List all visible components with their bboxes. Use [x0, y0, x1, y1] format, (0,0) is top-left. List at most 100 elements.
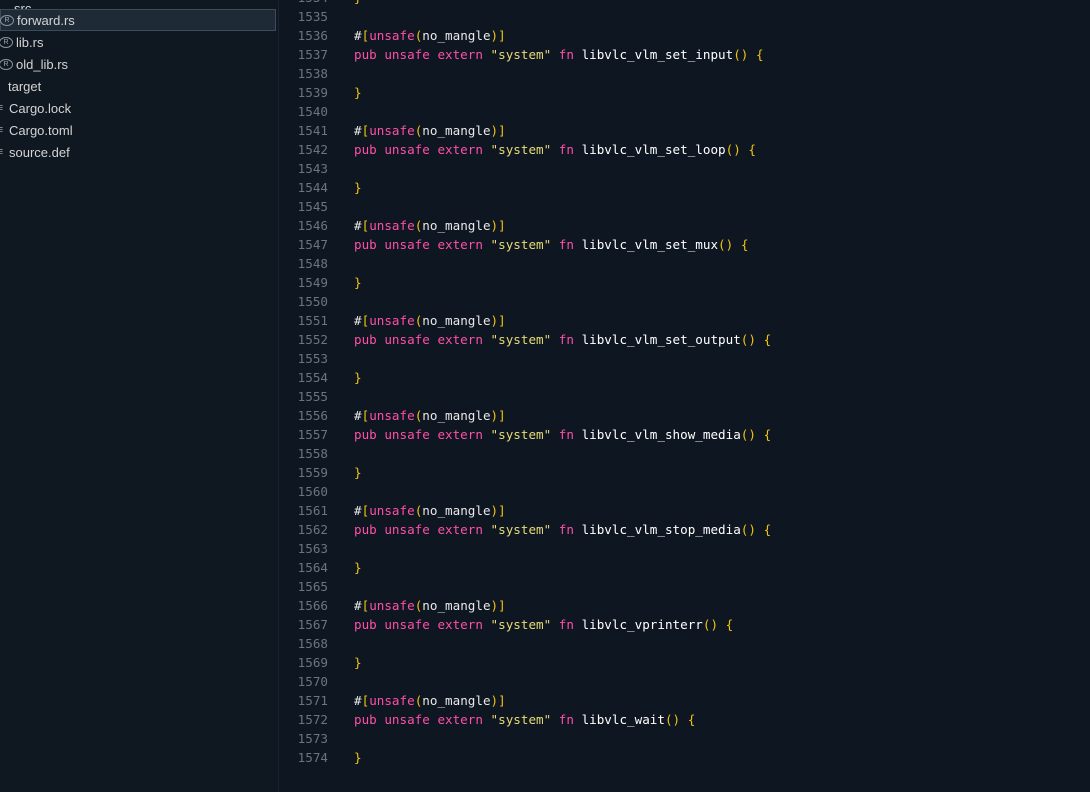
- code-line[interactable]: 1547 pub unsafe extern "system" fn libvlc…: [279, 235, 1090, 254]
- code-line[interactable]: 1552 pub unsafe extern "system" fn libvlc…: [279, 330, 1090, 349]
- line-number: 1566: [297, 598, 328, 613]
- line-number: 1538: [297, 66, 328, 81]
- code-text: }: [354, 750, 362, 765]
- tree-item-forward-rs[interactable]: Rforward.rs: [0, 9, 276, 31]
- code-text: #[unsafe(no_mangle)]: [354, 28, 506, 43]
- rust-file-icon: R: [0, 36, 13, 48]
- tree-item-source-def[interactable]: ≡source.def: [0, 141, 276, 163]
- code-line[interactable]: 1538: [279, 64, 1090, 83]
- code-editor[interactable]: 1534} 1535 1536 #[unsafe(no_mangle)] 1537 pub…: [279, 0, 1090, 792]
- code-text: pub unsafe extern "system" fn libvlc_vlm…: [354, 142, 756, 157]
- code-line[interactable]: 1567 pub unsafe extern "system" fn libvlc…: [279, 615, 1090, 634]
- code-line[interactable]: 1565: [279, 577, 1090, 596]
- line-number: 1547: [297, 237, 328, 252]
- code-line[interactable]: 1542 pub unsafe extern "system" fn libvlc…: [279, 140, 1090, 159]
- text-file-icon: ≡: [0, 102, 6, 114]
- tree-item-old-lib-rs[interactable]: Rold_lib.rs: [0, 53, 276, 75]
- code-text: pub unsafe extern "system" fn libvlc_wai…: [354, 712, 696, 727]
- code-line[interactable]: 1574}: [279, 748, 1090, 767]
- code-line[interactable]: 1572 pub unsafe extern "system" fn libvlc…: [279, 710, 1090, 729]
- code-text: #[unsafe(no_mangle)]: [354, 693, 506, 708]
- code-line[interactable]: 1563: [279, 539, 1090, 558]
- code-line[interactable]: 1560: [279, 482, 1090, 501]
- code-line[interactable]: 1571 #[unsafe(no_mangle)]: [279, 691, 1090, 710]
- text-file-icon: ≡: [0, 146, 6, 158]
- code-line[interactable]: 1570: [279, 672, 1090, 691]
- line-number: 1537: [297, 47, 328, 62]
- line-number: 1550: [297, 294, 328, 309]
- code-line[interactable]: 1550: [279, 292, 1090, 311]
- line-number: 1544: [297, 180, 328, 195]
- code-line[interactable]: 1549}: [279, 273, 1090, 292]
- code-text: }: [354, 0, 362, 7]
- code-text: pub unsafe extern "system" fn libvlc_vlm…: [354, 522, 772, 537]
- code-line[interactable]: 1537 pub unsafe extern "system" fn libvlc…: [279, 45, 1090, 64]
- code-line[interactable]: 1545: [279, 197, 1090, 216]
- code-line[interactable]: 1564}: [279, 558, 1090, 577]
- code-line[interactable]: 1556 #[unsafe(no_mangle)]: [279, 406, 1090, 425]
- line-number: 1554: [297, 370, 328, 385]
- code-text: }: [354, 655, 362, 670]
- tree-item-label: Cargo.lock: [9, 100, 72, 116]
- rust-file-icon: R: [0, 58, 13, 70]
- line-number: 1563: [297, 541, 328, 556]
- code-line[interactable]: 1568: [279, 634, 1090, 653]
- code-line[interactable]: 1536 #[unsafe(no_mangle)]: [279, 26, 1090, 45]
- tree-item-label: forward.rs: [17, 12, 75, 28]
- code-line[interactable]: 1557 pub unsafe extern "system" fn libvlc…: [279, 425, 1090, 444]
- code-line[interactable]: 1569}: [279, 653, 1090, 672]
- code-text: #[unsafe(no_mangle)]: [354, 123, 506, 138]
- tree-item-label: target: [8, 78, 42, 94]
- tree-item-label: old_lib.rs: [16, 56, 69, 72]
- code-line[interactable]: 1555: [279, 387, 1090, 406]
- code-text: pub unsafe extern "system" fn libvlc_vlm…: [354, 332, 772, 347]
- code-line[interactable]: 1561 #[unsafe(no_mangle)]: [279, 501, 1090, 520]
- code-line[interactable]: 1544}: [279, 178, 1090, 197]
- code-line[interactable]: 1541 #[unsafe(no_mangle)]: [279, 121, 1090, 140]
- line-number: 1555: [297, 389, 328, 404]
- tree-item-cargo-toml[interactable]: ≡Cargo.toml: [0, 119, 276, 141]
- code-line[interactable]: 1554}: [279, 368, 1090, 387]
- code-text: pub unsafe extern "system" fn libvlc_vlm…: [354, 47, 764, 62]
- code-text: pub unsafe extern "system" fn libvlc_vlm…: [354, 427, 772, 442]
- tree-item-target[interactable]: target: [0, 75, 276, 97]
- line-number: 1545: [297, 199, 328, 214]
- code-text: }: [354, 560, 362, 575]
- line-number: 1534: [279, 0, 328, 7]
- text-file-icon: ≡: [0, 124, 6, 136]
- line-number: 1573: [297, 731, 328, 746]
- line-number: 1565: [297, 579, 328, 594]
- code-line[interactable]: 1553: [279, 349, 1090, 368]
- code-line[interactable]: 1573: [279, 729, 1090, 748]
- code-line[interactable]: 1562 pub unsafe extern "system" fn libvlc…: [279, 520, 1090, 539]
- code-line[interactable]: 1558: [279, 444, 1090, 463]
- line-number: 1552: [297, 332, 328, 347]
- code-line[interactable]: 1566 #[unsafe(no_mangle)]: [279, 596, 1090, 615]
- code-text: }: [354, 275, 362, 290]
- tree-item-cargo-lock[interactable]: ≡Cargo.lock: [0, 97, 276, 119]
- tree-item-lib-rs[interactable]: Rlib.rs: [0, 31, 276, 53]
- line-number: 1567: [297, 617, 328, 632]
- code-line[interactable]: 1551 #[unsafe(no_mangle)]: [279, 311, 1090, 330]
- line-number: 1551: [297, 313, 328, 328]
- code-line[interactable]: 1559}: [279, 463, 1090, 482]
- code-line[interactable]: 1546 #[unsafe(no_mangle)]: [279, 216, 1090, 235]
- line-number: 1542: [297, 142, 328, 157]
- line-number: 1568: [297, 636, 328, 651]
- line-number: 1560: [297, 484, 328, 499]
- line-number: 1541: [297, 123, 328, 138]
- code-line[interactable]: 1543: [279, 159, 1090, 178]
- code-text: #[unsafe(no_mangle)]: [354, 218, 506, 233]
- code-line[interactable]: 1535: [279, 7, 1090, 26]
- code-line[interactable]: 1539}: [279, 83, 1090, 102]
- line-number: 1540: [297, 104, 328, 119]
- file-explorer: srcRforward.rsRlib.rsRold_lib.rstarget≡C…: [0, 0, 279, 792]
- code-line[interactable]: 1534}: [279, 0, 1090, 7]
- tree-item-label: source.def: [9, 144, 70, 160]
- code-text: }: [354, 180, 362, 195]
- line-number: 1570: [297, 674, 328, 689]
- line-number: 1562: [297, 522, 328, 537]
- line-number: 1536: [297, 28, 328, 43]
- code-line[interactable]: 1548: [279, 254, 1090, 273]
- code-line[interactable]: 1540: [279, 102, 1090, 121]
